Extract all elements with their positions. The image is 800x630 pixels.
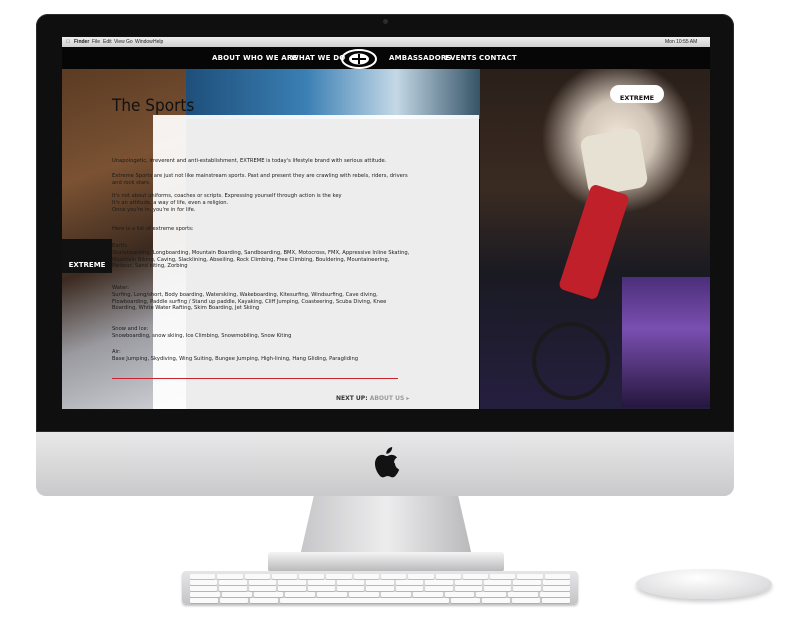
intro-text: Unapologetic, irreverent and anti-establ… xyxy=(112,158,387,164)
next-up-label: NEXT UP: xyxy=(336,395,368,402)
next-up-link[interactable]: ABOUT US xyxy=(370,395,405,402)
water-list: Surfing, Long/short, Body boarding, Wate… xyxy=(112,292,387,312)
apple-logo-icon xyxy=(374,447,400,478)
page-title: The Sports xyxy=(112,96,195,116)
mac-menubar:  Finder File Edit View Go Window Help M… xyxy=(62,37,710,47)
menubar-clock[interactable]: Mon 10:55 AM xyxy=(665,39,697,45)
nav-what-we-do[interactable]: WHAT WE DO xyxy=(291,54,345,62)
nav-contact[interactable]: CONTACT xyxy=(479,54,517,62)
camera-icon xyxy=(383,19,388,24)
earth-label: Earth: xyxy=(112,243,128,249)
snow-list: Snowboarding, snow skiing, Ice Climbing,… xyxy=(112,333,292,339)
menu-window[interactable]: Window xyxy=(135,39,153,45)
menu-view[interactable]: View xyxy=(114,39,125,45)
menu-finder[interactable]: Finder xyxy=(74,39,89,45)
next-up: NEXT UP: ABOUT US ▸ xyxy=(336,395,409,402)
earth-list: Skateboarding, Longboarding, Mountain Bo… xyxy=(112,250,410,270)
para-4: Once you're in, you're in for life. xyxy=(112,207,196,213)
air-label: Air: xyxy=(112,349,121,355)
bike-wheel xyxy=(532,322,610,400)
extreme-logo-icon[interactable] xyxy=(340,49,378,69)
arrow-right-icon[interactable]: ▸ xyxy=(406,395,409,402)
imac-stand xyxy=(300,496,472,556)
keyboard[interactable] xyxy=(182,571,578,604)
magic-mouse[interactable] xyxy=(636,569,772,599)
para-3: It's an attitude, a way of life, even a … xyxy=(112,200,229,206)
imac-stand-base xyxy=(268,552,504,572)
cap-logo: EXTREME xyxy=(610,85,664,103)
snow-label: Snow and Ice: xyxy=(112,326,149,332)
photo-concert xyxy=(622,277,710,407)
nav-who-we-are[interactable]: WHO WE ARE xyxy=(243,54,298,62)
para-1: Extreme Sports are just not like mainstr… xyxy=(112,173,408,186)
menu-file[interactable]: File xyxy=(92,39,100,45)
menu-help[interactable]: Help xyxy=(153,39,163,45)
air-list: Base Jumping, Skydiving, Wing Suiting, B… xyxy=(112,356,359,362)
list-intro: Here is a list of extreme sports: xyxy=(112,226,194,232)
nav-ambassadors[interactable]: AMBASSADORS xyxy=(389,54,452,62)
para-2: It's not about uniforms, coaches or scri… xyxy=(112,193,342,199)
site-navbar xyxy=(62,47,710,69)
nav-events[interactable]: EVENTS xyxy=(445,54,477,62)
extreme-banner: EXTREME xyxy=(62,239,112,273)
menu-edit[interactable]: Edit xyxy=(103,39,112,45)
nav-about[interactable]: ABOUT xyxy=(212,54,240,62)
rider-shirt xyxy=(579,127,649,197)
apple-menu-icon[interactable]:  xyxy=(66,39,70,45)
photo-diver-top xyxy=(186,69,486,119)
water-label: Water: xyxy=(112,285,129,291)
menu-go[interactable]: Go xyxy=(126,39,133,45)
red-divider xyxy=(112,378,398,379)
